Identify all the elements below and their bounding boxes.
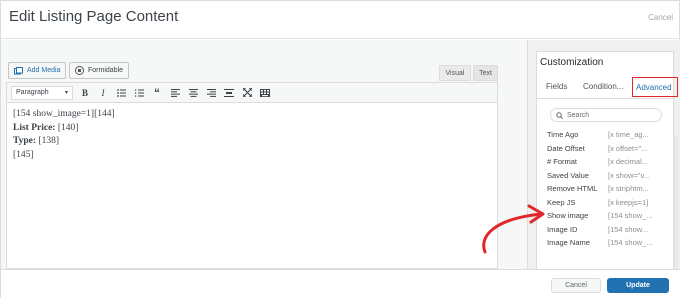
media-icon [14,66,23,75]
tab-fields[interactable]: Fields [546,82,567,91]
advanced-list: Time Ago [x time_ag... Date Offset [x offse… [547,128,671,250]
list-item-shortcode: [x offset="... [608,143,648,153]
list-item-shortcode: [x striphtm... [608,184,649,194]
list-item-name: Date Offset [547,143,585,153]
list-item-shortcode: [154 show_... [608,211,653,221]
list-item-shortcode: [x keepjs=1] [608,197,649,207]
list-item-shortcode: [x show="v... [608,170,650,180]
edit-dialog: Edit Listing Page Content Cancel Add Med… [0,0,680,298]
formidable-button[interactable]: Formidable [69,62,130,79]
align-right-button[interactable] [205,86,217,100]
tab-conditions[interactable]: Condition... [583,82,623,91]
list-item[interactable]: Image ID [154 show... [547,223,671,237]
align-left-icon [170,88,180,97]
add-media-label: Add Media [27,67,61,74]
list-item[interactable]: Remove HTML [x striphtm... [547,182,671,196]
list-item-shortcode: [x time_ag... [608,130,649,140]
dialog-footer: Cancel Update [1,269,680,298]
list-item-name: Image ID [547,224,578,234]
panel-title: Customization [540,57,604,68]
search-placeholder: Search [567,111,590,119]
align-left-button[interactable] [169,86,181,100]
numbered-list-button[interactable] [133,86,145,100]
editor-toolbar: Paragraph ▾ B I “ [6,82,498,102]
align-right-icon [206,88,216,97]
format-select[interactable]: Paragraph ▾ [11,85,73,100]
keyboard-icon [260,88,270,97]
dialog-header: Edit Listing Page Content Cancel [1,1,680,39]
list-item[interactable]: Show image [154 show_... [547,209,671,223]
italic-button[interactable]: I [97,86,109,100]
bullet-list-button[interactable] [115,86,127,100]
list-item[interactable]: # Format [x decimal... [547,155,671,169]
editor-content[interactable]: [154 show_image=1][144] List Price: [140… [6,102,498,269]
align-center-button[interactable] [187,86,199,100]
list-item[interactable]: Date Offset [x offset="... [547,142,671,156]
type-label: Type: [13,136,37,146]
chevron-down-icon: ▾ [64,90,68,96]
formidable-icon [75,66,84,75]
cancel-button[interactable]: Cancel [551,278,601,293]
content-line-3: Type: [138] [13,135,491,149]
bullet-list-icon [116,88,126,97]
fullscreen-button[interactable] [241,86,253,100]
editor-area: Add Media Formidable Visual Text Paragra… [1,40,527,269]
dialog-title: Edit Listing Page Content [9,8,179,25]
update-button[interactable]: Update [607,278,669,293]
add-media-button[interactable]: Add Media [8,62,67,79]
list-item-shortcode: [x decimal... [608,157,649,167]
panel-tabs: Fields Condition... Advanced [537,76,678,99]
tab-text[interactable]: Text [473,65,498,81]
content-line-1: [154 show_image=1][144] [13,109,115,119]
tab-advanced[interactable]: Advanced [632,77,678,97]
content-line-2: List Price: [140] [13,122,491,136]
price-value: [140] [55,122,79,133]
customization-card: Customization Fields Condition... Advanc… [536,51,678,269]
list-item-shortcode: [154 show... [608,224,649,234]
bold-button[interactable]: B [79,86,91,100]
price-label: List Price: [13,122,56,133]
type-value: [138] [36,136,59,146]
content-line-4: [145] [13,149,34,160]
list-item[interactable]: Saved Value [x show="v... [547,169,671,183]
list-item-name: # Format [547,157,578,167]
search-input[interactable]: Search [550,108,662,122]
list-item-name: Show image [547,211,589,221]
list-item-name: Remove HTML [547,184,598,194]
list-item-name: Keep JS [547,197,576,207]
list-item-name: Image Name [547,238,590,248]
panel-scrollbar[interactable] [674,136,678,286]
header-cancel-link[interactable]: Cancel [648,13,673,22]
format-select-value: Paragraph [16,89,49,96]
numbered-list-icon [134,89,144,97]
list-item-shortcode: [154 show_... [608,238,653,248]
customization-panel: Customization Fields Condition... Advanc… [527,40,680,286]
link-icon [224,88,234,97]
list-item[interactable]: Image Name [154 show_... [547,236,671,250]
fullscreen-icon [242,88,252,97]
blockquote-button[interactable]: “ [151,86,163,100]
search-icon [556,111,563,119]
list-item[interactable]: Keep JS [x keepjs=1] [547,196,671,210]
list-item[interactable]: Time Ago [x time_ag... [547,128,671,142]
toolbar-toggle-button[interactable] [259,86,271,100]
tab-visual[interactable]: Visual [439,65,471,81]
formidable-label: Formidable [88,67,124,74]
insert-link-button[interactable] [223,86,235,100]
align-center-icon [188,88,198,97]
list-item-name: Time Ago [547,130,579,140]
list-item-name: Saved Value [547,170,589,180]
